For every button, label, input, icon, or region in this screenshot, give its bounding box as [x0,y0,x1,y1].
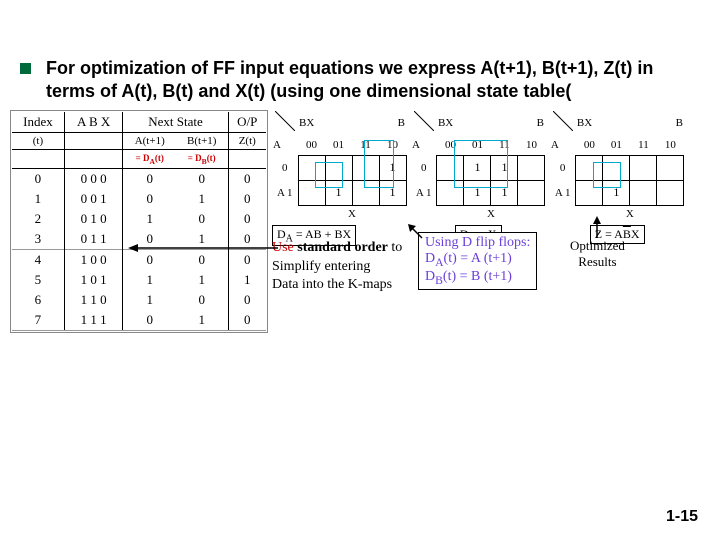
state-table: Index A B X Next State O/P (t) A(t+1) B(… [10,110,268,333]
note-optimized: OptimizedResults [570,238,625,270]
bullet-text: For optimization of FF input equations w… [46,57,702,102]
table-row: 71 1 1010 [12,310,266,331]
bullet-icon [20,63,31,74]
note-simplify: Simplify enteringData into the K-maps [272,258,392,294]
note-dff: Using D flip flops: DA(t) = A (t+1) DB(t… [418,232,537,290]
table-row: 20 1 0100 [12,209,266,229]
th2-t: (t) [12,133,64,150]
kmap-DB: BX B A 00011110 0 11 A 1 11 X DB = X [411,110,546,246]
th-index: Index [12,112,64,133]
table-row: 10 0 1010 [12,189,266,209]
table-row: 61 1 0100 [12,290,266,310]
arrow-icon [590,216,604,240]
table-row: 51 0 1111 [12,270,266,290]
kmap-Z: BX B A 00011110 0 A 1 1 X Z = ABX [550,110,685,244]
page-number: 1-15 [666,508,698,526]
th-abx: A B X [64,112,123,133]
kmap-DA: BX B A 00011110 0 1 A 1 11 X DA = AB + B… [272,110,407,246]
note-standard-order: Use standard order to [272,238,402,256]
table-row: 00 0 0000 [12,168,266,189]
th-next: Next State [123,112,228,133]
arrow-icon [408,224,424,240]
th2-at1: A(t+1) [123,133,176,150]
arrow-icon [128,242,278,256]
th2-bt1: B(t+1) [176,133,228,150]
th-op: O/P [228,112,266,133]
th2-zt: Z(t) [228,133,266,150]
